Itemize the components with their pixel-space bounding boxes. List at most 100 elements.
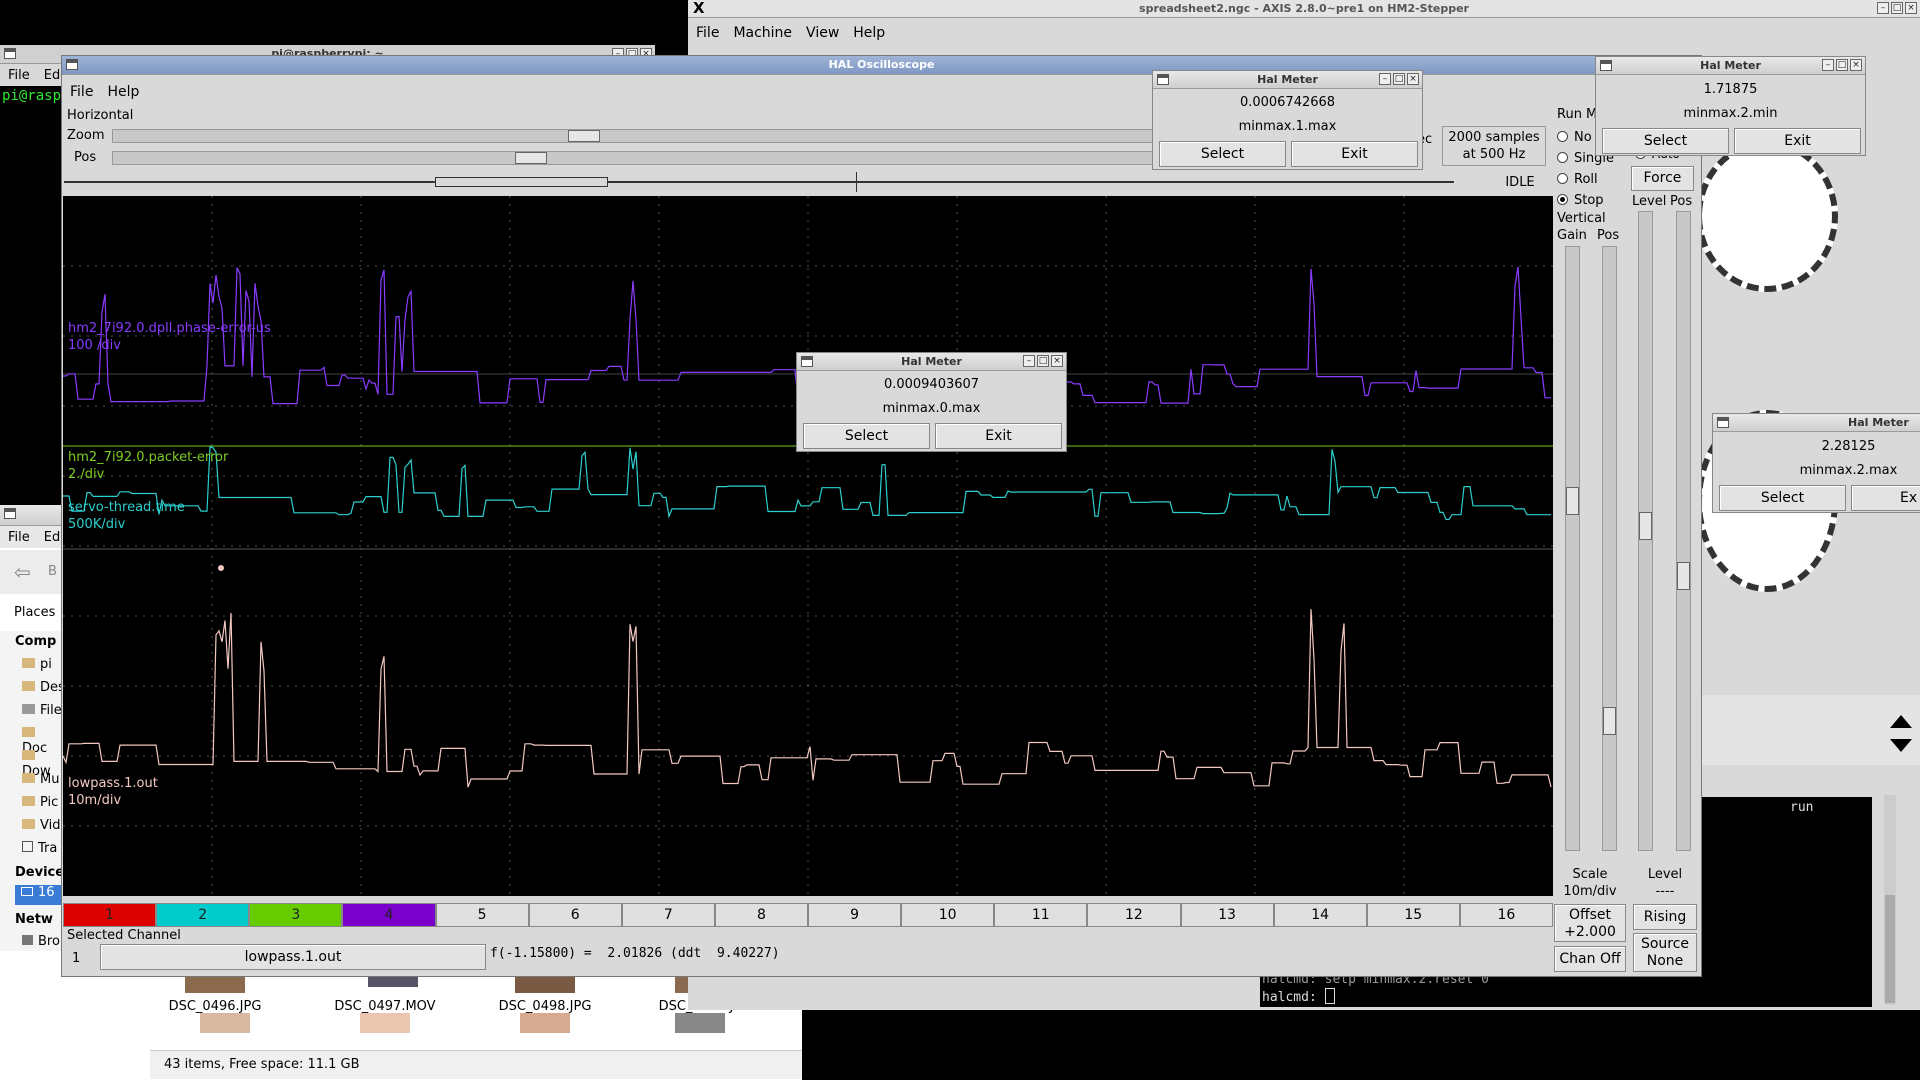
menu-file[interactable]: File: [8, 530, 30, 545]
sidebar-item-browse-network[interactable]: Bro: [22, 934, 60, 949]
source-button[interactable]: Source None: [1633, 933, 1697, 972]
channel-button-12[interactable]: 12: [1087, 903, 1181, 927]
horizontal-pos-thumb[interactable]: [515, 152, 547, 164]
meter-titlebar[interactable]: Hal Meter – □ ×: [797, 353, 1066, 371]
sidebar-item-trash[interactable]: Tra: [22, 841, 57, 856]
close-icon[interactable]: ×: [1850, 59, 1862, 71]
selected-channel-button[interactable]: lowpass.1.out: [100, 944, 486, 970]
channel-button-14[interactable]: 14: [1273, 903, 1367, 927]
radio-icon: [1557, 131, 1568, 142]
gain-thumb[interactable]: [1566, 487, 1579, 515]
menu-edit[interactable]: Ed: [44, 530, 60, 545]
menu-help[interactable]: Help: [853, 25, 885, 41]
menu-file[interactable]: File: [8, 68, 30, 83]
menu-file[interactable]: File: [696, 25, 719, 41]
close-icon[interactable]: ×: [1905, 2, 1917, 14]
exit-button[interactable]: Exit: [1291, 141, 1418, 167]
trigger-pos-slider[interactable]: [1676, 211, 1691, 851]
offset-button[interactable]: Offset +2.000: [1554, 904, 1626, 942]
channel-button-7[interactable]: 7: [621, 903, 715, 927]
vertical-pos-slider[interactable]: [1602, 246, 1617, 851]
maximize-icon[interactable]: □: [1037, 355, 1049, 367]
gain-slider[interactable]: [1565, 246, 1580, 851]
minimize-icon[interactable]: –: [1023, 355, 1035, 367]
increase-arrow-icon[interactable]: [1890, 715, 1912, 728]
meter-titlebar[interactable]: Hal Meter: [1713, 414, 1920, 432]
zoom-slider-thumb[interactable]: [568, 130, 600, 142]
sidebar-item-filesystem[interactable]: File: [22, 703, 62, 718]
places-header[interactable]: Places: [14, 605, 55, 620]
file-item[interactable]: [200, 1013, 250, 1033]
channel-button-3[interactable]: 3: [249, 903, 343, 927]
record-window-marker[interactable]: [435, 177, 608, 187]
decrease-arrow-icon[interactable]: [1890, 739, 1912, 752]
force-button[interactable]: Force: [1631, 166, 1694, 191]
scope-display[interactable]: hm2_7i92.0.dpll.phase-error-us 100 /div …: [63, 196, 1553, 896]
select-button[interactable]: Select: [1602, 128, 1729, 154]
chan-off-button[interactable]: Chan Off: [1554, 946, 1626, 972]
file-item[interactable]: [520, 1013, 570, 1033]
channel-button-13[interactable]: 13: [1180, 903, 1274, 927]
axis-titlebar[interactable]: X spreadsheet2.ngc - AXIS 2.8.0~pre1 on …: [688, 0, 1920, 18]
sidebar-item-desktop[interactable]: Des: [22, 680, 65, 695]
run-mode-stop[interactable]: Stop: [1557, 190, 1627, 211]
sidebar-item-device[interactable]: 16: [15, 885, 65, 905]
maximize-icon[interactable]: □: [1891, 2, 1903, 14]
channel-button-9[interactable]: 9: [808, 903, 902, 927]
back-button-label[interactable]: B: [48, 564, 57, 579]
oscilloscope-titlebar[interactable]: HAL Oscilloscope: [62, 56, 1701, 75]
file-item[interactable]: [185, 975, 245, 993]
zoom-slider[interactable]: [112, 129, 1212, 143]
file-item[interactable]: [360, 1013, 410, 1033]
sidebar-item-music[interactable]: Mu: [22, 772, 59, 787]
select-button[interactable]: Select: [1719, 485, 1846, 511]
menu-help[interactable]: Help: [107, 84, 139, 100]
channel-button-2[interactable]: 2: [156, 903, 250, 927]
trigger-pos-thumb[interactable]: [1677, 562, 1690, 590]
channel-button-8[interactable]: 8: [714, 903, 808, 927]
maximize-icon[interactable]: □: [1836, 59, 1848, 71]
channel-button-4[interactable]: 4: [342, 903, 436, 927]
trigger-level-slider[interactable]: [1638, 211, 1653, 851]
close-icon[interactable]: ×: [1407, 73, 1419, 85]
meter-titlebar[interactable]: Hal Meter – □ ×: [1596, 57, 1865, 75]
menu-file[interactable]: File: [70, 84, 93, 100]
vertical-pos-thumb[interactable]: [1603, 707, 1616, 735]
channel-button-11[interactable]: 11: [994, 903, 1088, 927]
file-name: DSC_0497.MOV: [334, 999, 436, 1014]
vertical-scrollbar[interactable]: [1884, 795, 1896, 1005]
back-arrow-icon[interactable]: ⇦: [14, 560, 31, 584]
minimize-icon[interactable]: –: [1379, 73, 1391, 85]
file-item[interactable]: [515, 975, 575, 993]
exit-button[interactable]: Exit: [935, 423, 1062, 449]
channel-button-10[interactable]: 10: [901, 903, 995, 927]
minimize-icon[interactable]: –: [1822, 59, 1834, 71]
menu-edit[interactable]: Ed: [44, 68, 60, 83]
file-item[interactable]: [675, 1013, 725, 1033]
meter-titlebar[interactable]: Hal Meter – □ ×: [1153, 71, 1422, 89]
sidebar-item-pictures[interactable]: Pic: [22, 795, 58, 810]
sidebar-item-videos[interactable]: Vid: [22, 818, 60, 833]
hal-meter-window-2: Hal Meter – □ × 1.71875 minmax.2.min Selec…: [1595, 56, 1866, 156]
rising-button[interactable]: Rising: [1633, 904, 1697, 930]
hal-meter-window-1: Hal Meter – □ × 0.0006742668 minmax.1.max …: [1152, 70, 1423, 170]
channel-button-5[interactable]: 5: [435, 903, 529, 927]
run-mode-roll[interactable]: Roll: [1557, 169, 1627, 190]
channel-button-15[interactable]: 15: [1366, 903, 1460, 927]
minimize-icon[interactable]: –: [1877, 2, 1889, 14]
exit-button[interactable]: Ex: [1851, 485, 1920, 511]
close-icon[interactable]: ×: [1051, 355, 1063, 367]
menu-machine[interactable]: Machine: [733, 25, 792, 41]
channel-button-16[interactable]: 16: [1459, 903, 1553, 927]
sidebar-item-pi[interactable]: pi: [22, 657, 52, 672]
select-button[interactable]: Select: [803, 423, 930, 449]
channel-button-6[interactable]: 6: [528, 903, 622, 927]
exit-button[interactable]: Exit: [1734, 128, 1861, 154]
horizontal-pos-slider[interactable]: [112, 151, 1212, 165]
select-button[interactable]: Select: [1159, 141, 1286, 167]
menu-view[interactable]: View: [806, 25, 839, 41]
trigger-level-thumb[interactable]: [1639, 512, 1652, 540]
scroll-thumb[interactable]: [1885, 895, 1895, 1003]
channel-button-1[interactable]: 1: [63, 903, 157, 927]
maximize-icon[interactable]: □: [1393, 73, 1405, 85]
